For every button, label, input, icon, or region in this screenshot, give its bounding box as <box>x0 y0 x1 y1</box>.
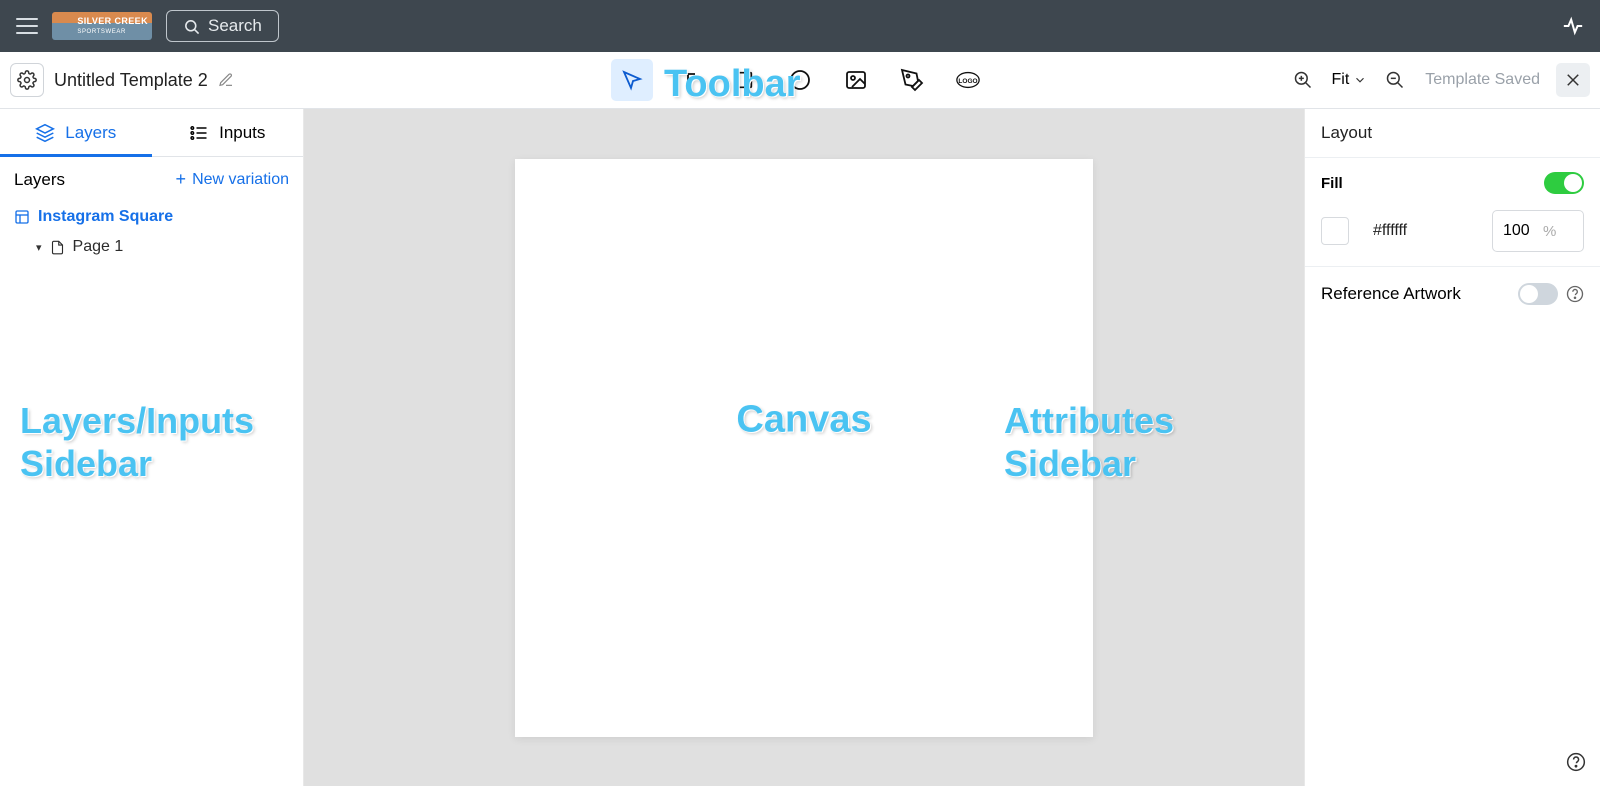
tool-pen[interactable] <box>891 59 933 101</box>
toolbar-right: Fit Template Saved <box>1289 63 1590 97</box>
global-help-button[interactable] <box>1566 752 1586 772</box>
fill-body: #ffffff % <box>1305 204 1600 267</box>
tool-select[interactable] <box>611 59 653 101</box>
help-icon <box>1566 285 1584 303</box>
settings-button[interactable] <box>10 63 44 97</box>
activity-icon[interactable] <box>1562 15 1584 37</box>
save-status: Template Saved <box>1417 71 1548 89</box>
image-icon <box>844 68 868 92</box>
brand-sub: SPORTSWEAR <box>77 29 126 35</box>
inputs-icon <box>189 123 209 143</box>
layers-panel-title: Layers <box>14 170 65 190</box>
template-title: Untitled Template 2 <box>54 70 208 91</box>
search-button[interactable]: Search <box>166 10 279 42</box>
fill-opacity-field[interactable] <box>1493 222 1543 240</box>
tab-inputs-label: Inputs <box>219 123 265 143</box>
tool-rectangle[interactable] <box>723 59 765 101</box>
fill-label: Fill <box>1321 175 1343 192</box>
pencil-icon <box>218 72 234 88</box>
zoom-out-button[interactable] <box>1381 66 1409 94</box>
right-sidebar: Layout Fill #ffffff % Reference Artwork <box>1304 109 1600 786</box>
template-title-area: Untitled Template 2 <box>54 70 234 91</box>
fill-color-swatch[interactable] <box>1321 217 1349 245</box>
gear-icon <box>17 70 37 90</box>
caret-down-icon[interactable]: ▾ <box>36 241 42 254</box>
search-label: Search <box>208 16 262 36</box>
tree-page-item[interactable]: ▾ Page 1 <box>14 232 289 262</box>
close-icon <box>1564 71 1582 89</box>
tab-layers-label: Layers <box>65 123 116 143</box>
canvas-page[interactable] <box>515 159 1093 737</box>
reference-artwork-toggle[interactable] <box>1518 283 1558 305</box>
layout-section-header: Layout <box>1305 109 1600 158</box>
tool-image[interactable] <box>835 59 877 101</box>
help-icon <box>1566 752 1586 772</box>
annotation-left-sidebar: Layers/Inputs Sidebar <box>20 399 254 485</box>
tab-inputs[interactable]: Inputs <box>152 109 304 156</box>
new-variation-label: New variation <box>192 171 289 189</box>
plus-icon: + <box>176 169 187 190</box>
zoom-out-icon <box>1385 70 1405 90</box>
circle-icon <box>788 68 812 92</box>
page-icon <box>50 240 65 255</box>
tool-ellipse[interactable] <box>779 59 821 101</box>
sidebar-tabs: Layers Inputs <box>0 109 303 157</box>
reference-artwork-row: Reference Artwork <box>1305 267 1600 321</box>
tree-page-name: Page 1 <box>73 238 124 256</box>
tool-logo[interactable]: LOGO <box>947 59 989 101</box>
tool-text[interactable] <box>667 59 709 101</box>
fill-opacity-input[interactable]: % <box>1492 210 1584 252</box>
chevron-down-icon <box>1353 73 1367 87</box>
tree-variation-item[interactable]: Instagram Square <box>14 202 289 232</box>
new-variation-button[interactable]: + New variation <box>176 169 289 190</box>
fill-toggle[interactable] <box>1544 172 1584 194</box>
pen-icon <box>900 68 924 92</box>
cursor-icon <box>620 68 644 92</box>
logo-icon: LOGO <box>955 67 981 93</box>
layout-section-title: Layout <box>1321 123 1372 142</box>
edit-title-button[interactable] <box>218 72 234 88</box>
canvas-area[interactable]: Toolbar Canvas Attributes Sidebar <box>304 109 1304 786</box>
tab-layers[interactable]: Layers <box>0 109 152 156</box>
fill-hex-value[interactable]: #ffffff <box>1363 222 1478 240</box>
template-toolbar: Untitled Template 2 LOGO <box>0 52 1600 109</box>
square-icon <box>733 69 755 91</box>
menu-button[interactable] <box>16 18 38 34</box>
text-icon <box>676 68 700 92</box>
search-icon <box>183 18 200 35</box>
zoom-in-button[interactable] <box>1289 66 1317 94</box>
svg-text:LOGO: LOGO <box>958 78 977 85</box>
left-sidebar: Layers Inputs Layers + New variation Ins… <box>0 109 304 786</box>
brand-logo[interactable]: SILVER CREEK SPORTSWEAR <box>52 12 152 40</box>
app-topbar: SILVER CREEK SPORTSWEAR Search <box>0 0 1600 52</box>
fill-opacity-unit: % <box>1543 223 1564 240</box>
main-row: Layers Inputs Layers + New variation Ins… <box>0 109 1600 786</box>
close-button[interactable] <box>1556 63 1590 97</box>
reference-artwork-help[interactable] <box>1566 285 1584 303</box>
zoom-mode-dropdown[interactable]: Fit <box>1325 71 1373 89</box>
zoom-mode-label: Fit <box>1331 71 1349 89</box>
brand-name: SILVER CREEK <box>77 16 148 26</box>
canvas-tools: LOGO <box>611 59 989 101</box>
layer-tree: Instagram Square ▾ Page 1 <box>0 202 303 262</box>
reference-artwork-label: Reference Artwork <box>1321 284 1461 304</box>
zoom-in-icon <box>1293 70 1313 90</box>
fill-header-row: Fill <box>1305 158 1600 204</box>
layout-icon <box>14 209 30 225</box>
layers-icon <box>35 123 55 143</box>
tree-variation-name: Instagram Square <box>38 208 173 226</box>
layers-panel-header: Layers + New variation <box>0 157 303 202</box>
